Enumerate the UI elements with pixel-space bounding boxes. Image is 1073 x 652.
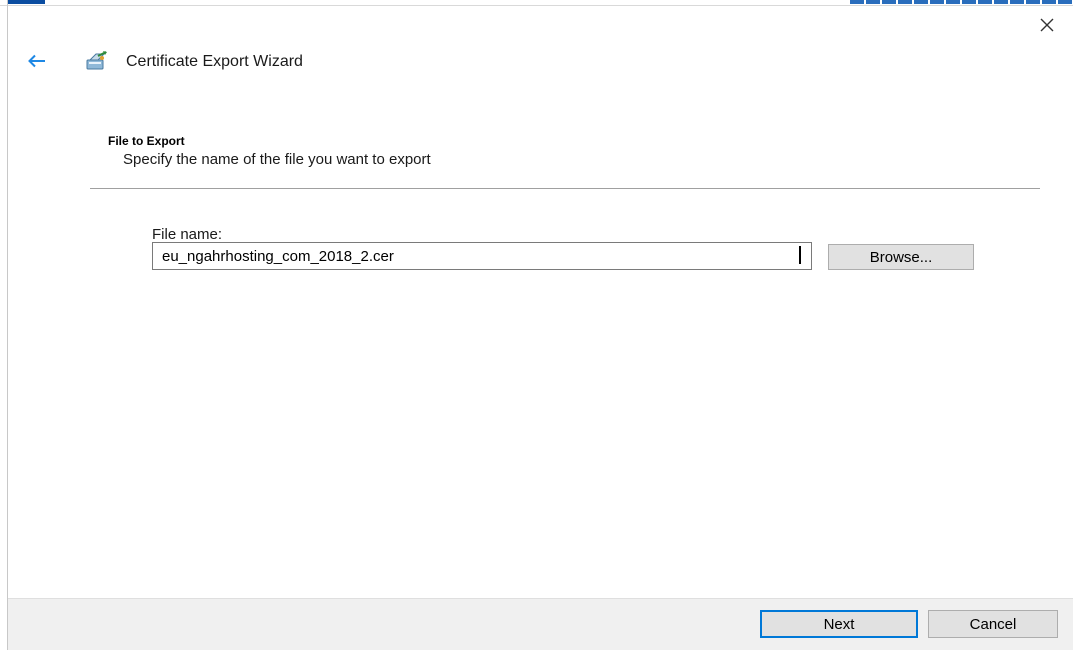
wizard-title: Certificate Export Wizard	[126, 53, 303, 70]
window-left-border	[7, 0, 8, 652]
close-button[interactable]	[1032, 12, 1062, 38]
next-button[interactable]: Next	[760, 610, 918, 638]
file-name-label: File name:	[152, 226, 223, 243]
back-arrow-icon	[28, 54, 45, 68]
top-right-accent	[850, 0, 1072, 4]
close-icon	[1040, 18, 1054, 32]
back-button[interactable]	[24, 48, 50, 74]
section-title: File to Export	[108, 134, 185, 148]
file-name-input[interactable]	[152, 242, 812, 270]
certificate-export-wizard-window: Certificate Export Wizard File to Export…	[0, 0, 1073, 652]
cancel-button[interactable]: Cancel	[928, 610, 1058, 638]
certificate-wizard-icon	[86, 50, 110, 72]
text-caret	[799, 246, 801, 264]
browse-button[interactable]: Browse...	[828, 244, 974, 270]
top-left-accent	[7, 0, 45, 4]
header-separator	[90, 188, 1040, 189]
section-subtitle: Specify the name of the file you want to…	[123, 151, 431, 168]
